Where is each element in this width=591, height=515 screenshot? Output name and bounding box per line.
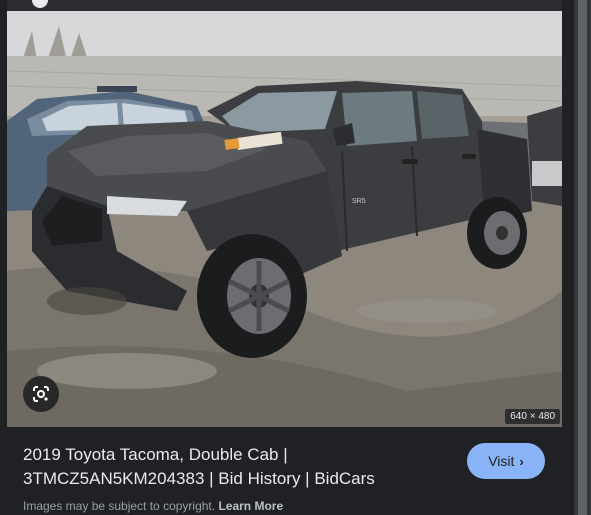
result-title[interactable]: 2019 Toyota Tacoma, Double Cab | 3TMCZ5A… — [23, 443, 443, 491]
image-preview-panel: SR5 640 × 480 2019 Toyota Tacoma, Double… — [7, 0, 562, 515]
truck-photo: SR5 — [7, 11, 562, 427]
copyright-text: Images may be subject to copyright. — [23, 499, 216, 513]
chevron-right-icon: › — [519, 453, 524, 469]
previous-result-sliver[interactable] — [7, 0, 562, 11]
google-lens-icon — [33, 386, 49, 402]
front-wheel — [197, 234, 307, 358]
preview-image[interactable]: SR5 640 × 480 — [7, 11, 562, 427]
visit-label: Visit — [488, 453, 515, 469]
visit-button[interactable]: Visit › — [467, 443, 545, 479]
image-dimensions-badge: 640 × 480 — [505, 409, 560, 424]
rear-wheel — [467, 197, 527, 269]
sr5-badge: SR5 — [352, 198, 366, 205]
scrollbar-thumb[interactable] — [578, 0, 587, 515]
panel-gutter — [562, 0, 574, 515]
front-left-wheel-shadow — [47, 287, 127, 315]
learn-more-link[interactable]: Learn More — [218, 499, 283, 513]
copyright-notice: Images may be subject to copyright. Lear… — [23, 499, 283, 513]
google-lens-button[interactable] — [23, 376, 59, 412]
previous-result-icon — [32, 0, 48, 8]
